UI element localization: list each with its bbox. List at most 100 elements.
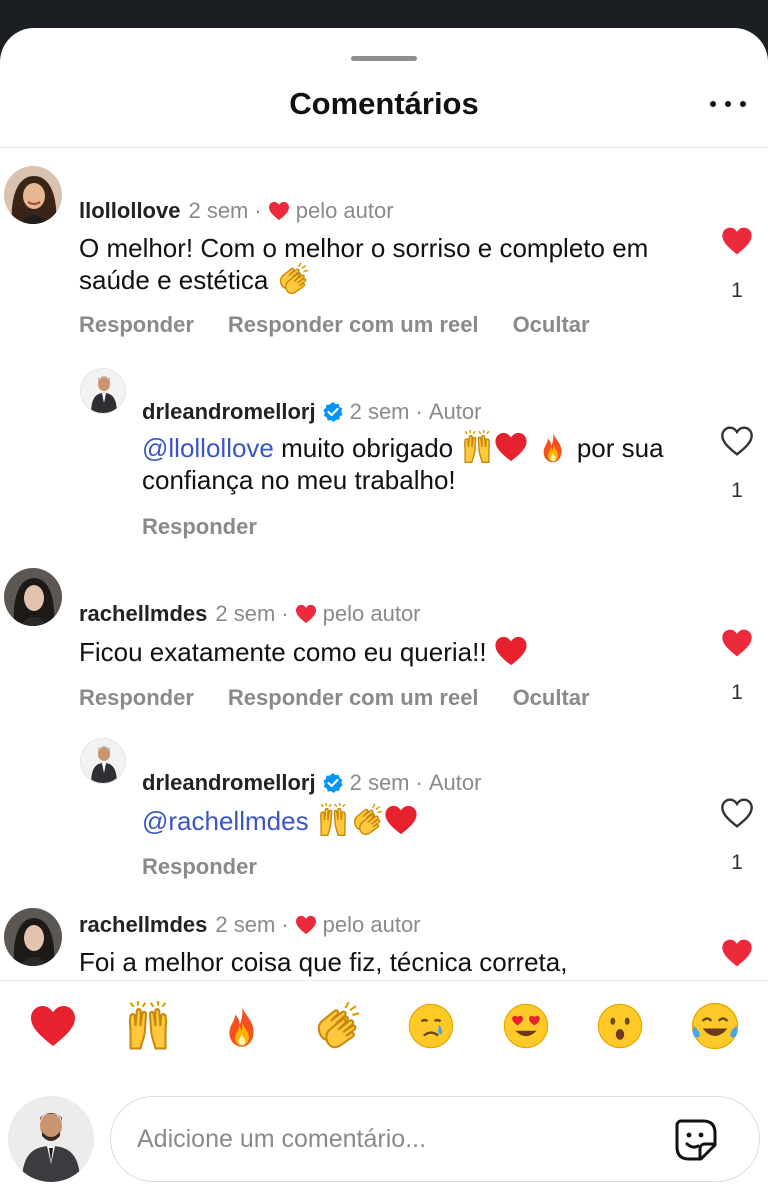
comment-text: O melhor! Com o melhor o sorriso e compl… [79,232,679,296]
clapping-hands-icon [350,803,384,837]
comment-like: 1 [720,798,754,875]
crying-face-icon [407,1002,455,1050]
emoji-raising-hands-button[interactable] [122,1000,174,1052]
comment-meta: drleandromellorj 2 sem · Autor [142,770,481,796]
red-heart-icon [384,804,418,836]
comment-input[interactable]: Adicione um comentário... [110,1096,760,1182]
like-count: 1 [731,279,743,302]
author-like-heart-icon [268,201,290,221]
like-count: 1 [731,681,743,704]
emoji-red-heart-button[interactable] [27,1000,79,1052]
verified-badge-icon [322,402,343,422]
reply-with-reel-button[interactable]: Responder com um reel [228,685,479,711]
emoji-surprised-face-button[interactable] [594,1000,646,1052]
comment-text: Foi a melhor coisa que fiz, técnica corr… [79,946,679,978]
comment-time: 2 sem [349,770,410,795]
surprised-face-icon [596,1002,644,1050]
reply-button[interactable]: Responder [142,514,257,540]
red-heart-icon [494,635,528,667]
comment-like: 1 [720,226,754,303]
heart-filled-icon[interactable] [721,226,753,256]
heart-outline-icon[interactable] [721,798,753,828]
heart-filled-icon[interactable] [721,628,753,658]
comment-like [720,938,754,973]
heart-outline-icon[interactable] [721,426,753,456]
sheet-title: Comentários [289,86,479,121]
emoji-clapping-hands-button[interactable] [311,1000,363,1052]
author-like-label: pelo autor [322,912,421,937]
current-user-avatar[interactable] [8,1096,94,1182]
comment-actions: Responder [142,854,257,880]
comment-meta: rachellmdes 2 sem · pelo autor [79,912,421,938]
comment-username[interactable]: rachellmdes [79,912,207,938]
comment-username[interactable]: drleandromellorj [142,399,316,425]
comment-time: 2 sem [215,912,276,937]
more-dot-icon [725,101,731,107]
reply-button[interactable]: Responder [79,312,194,338]
red-heart-icon [494,431,528,463]
meta-separator: · [415,770,423,795]
avatar[interactable] [80,738,126,784]
raising-hands-icon [460,430,494,464]
comment-username[interactable]: drleandromellorj [142,770,316,796]
comment-item: rachellmdes 2 sem · pelo autor Foi a mel… [0,906,768,986]
sheet-grabber[interactable] [351,56,417,61]
like-count: 1 [731,479,743,502]
emoji-quick-bar [0,980,768,1070]
meta-separator: · [281,601,289,626]
comment-meta: rachellmdes 2 sem · pelo autor [79,601,421,627]
reply-button[interactable]: Responder [142,854,257,880]
emoji-crying-face-button[interactable] [405,1000,457,1052]
comment-text: @rachellmdes [142,805,702,837]
comment-time: 2 sem [349,399,410,424]
red-heart-icon [29,1004,77,1048]
clapping-hands-icon [276,262,310,296]
hide-button[interactable]: Ocultar [513,312,590,338]
emoji-heart-eyes-button[interactable] [500,1000,552,1052]
author-like-label: pelo autor [295,198,394,223]
comment-text-content: muito obrigado [281,433,454,463]
emoji-fire-button[interactable] [216,1000,268,1052]
fire-icon [536,430,570,464]
meta-separator: · [281,912,289,937]
reply-item: drleandromellorj 2 sem · Autor @rachellm… [0,738,768,898]
comment-input-placeholder: Adicione um comentário... [137,1125,427,1153]
meta-separator: · [415,399,423,424]
comment-username[interactable]: llollollove [79,198,180,224]
fire-icon [219,1003,265,1049]
comment-username[interactable]: rachellmdes [79,601,207,627]
comment-like: 1 [720,628,754,705]
comment-item: rachellmdes 2 sem · pelo autor Ficou exa… [0,568,768,728]
avatar[interactable] [80,368,126,414]
mention-link[interactable]: @llollollove [142,433,274,463]
comment-meta: drleandromellorj 2 sem · Autor [142,399,481,425]
sticker-icon[interactable] [673,1117,719,1163]
heart-eyes-icon [502,1002,550,1050]
more-dot-icon [710,101,716,107]
more-options-button[interactable] [710,90,746,118]
comment-text: @llollollove muito obrigado por sua conf… [142,432,702,496]
clapping-hands-icon [312,1001,362,1051]
more-dot-icon [740,101,746,107]
raising-hands-icon [316,803,350,837]
raising-hands-icon [123,1001,173,1051]
comment-time: 2 sem [215,601,276,626]
mention-link[interactable]: @rachellmdes [142,806,309,836]
comment-actions: Responder Responder com um reel Ocultar [79,312,590,338]
reply-with-reel-button[interactable]: Responder com um reel [228,312,479,338]
comment-text-content: O melhor! Com o melhor o sorriso e compl… [79,233,649,295]
reply-button[interactable]: Responder [79,685,194,711]
comment-text: Ficou exatamente como eu queria!! [79,636,679,668]
avatar[interactable] [4,166,62,224]
emoji-tears-of-joy-button[interactable] [689,1000,741,1052]
author-like-heart-icon [295,915,317,935]
verified-badge-icon [322,773,343,793]
avatar[interactable] [4,568,62,626]
comment-meta: llollollove 2 sem · pelo autor [79,198,394,224]
heart-filled-icon[interactable] [721,938,753,968]
meta-separator: · [254,198,262,223]
comment-text-content: Foi a melhor coisa que fiz, técnica corr… [79,947,568,977]
avatar[interactable] [4,908,62,966]
hide-button[interactable]: Ocultar [513,685,590,711]
author-badge: Autor [428,770,482,795]
